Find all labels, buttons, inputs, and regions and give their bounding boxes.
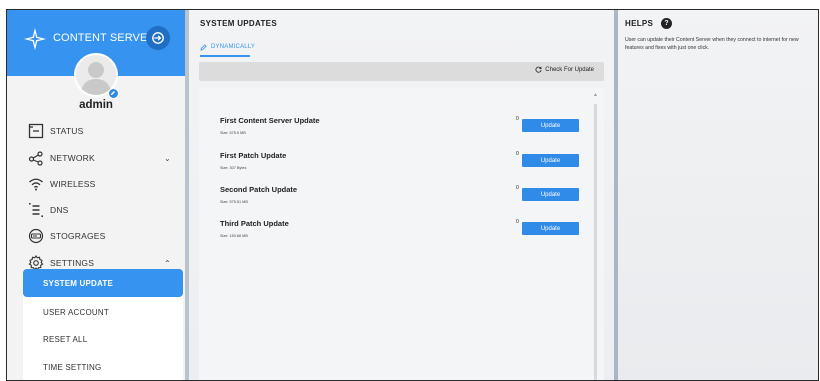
main-panel: SYSTEM UPDATES DYNAMICALLY Check For Upd… (189, 10, 614, 380)
sidebar-item-status[interactable]: STATUS (7, 118, 185, 144)
sidebar-item-label: NETWORK (50, 153, 95, 163)
sidebar-item-network[interactable]: NETWORK ⌄ (7, 145, 185, 171)
update-row: First Content Server Update Size: 575.5 … (220, 116, 580, 146)
scrollbar-thumb[interactable] (594, 104, 597, 380)
sidebar-item-label: DNS (50, 205, 69, 215)
update-list: First Content Server Update Size: 575.5 … (199, 88, 604, 380)
page-title: SYSTEM UPDATES (200, 19, 277, 28)
chevron-up-icon[interactable]: ⌃ (164, 259, 171, 268)
update-size: Size: 150.66 MB (220, 234, 248, 238)
dns-icon (29, 203, 43, 217)
update-button[interactable]: Update (522, 222, 579, 235)
dynamic-tab-icon (200, 43, 207, 51)
update-size: Size: 307 Bytes (220, 166, 247, 170)
wifi-icon (29, 178, 43, 191)
settings-submenu: SYSTEM UPDATE USER ACCOUNT RESET ALL TIM… (23, 269, 183, 380)
update-name: First Content Server Update (220, 116, 320, 125)
sidebar: CONTENT SERVER admin STATUS NETWORK ⌄ WI… (7, 10, 185, 380)
update-button[interactable]: Update (522, 154, 579, 167)
submenu-item-user-account[interactable]: USER ACCOUNT (23, 298, 183, 326)
edit-avatar-icon[interactable] (108, 88, 119, 99)
check-for-update-label: Check For Update (545, 66, 594, 73)
sidebar-item-dns[interactable]: DNS (7, 197, 185, 223)
username-label: admin (79, 99, 113, 111)
tab-label: DYNAMICALLY (211, 44, 256, 50)
update-progress: 0 (516, 151, 519, 157)
help-question-icon: ? (661, 18, 672, 29)
update-name: Third Patch Update (220, 219, 289, 228)
logout-icon (152, 32, 164, 44)
submenu-item-label: TIME SETTING (43, 362, 102, 372)
storage-icon (28, 228, 44, 244)
refresh-icon (535, 66, 542, 73)
update-progress: 0 (516, 219, 519, 225)
help-panel: HELPS ? User can update their Content Se… (618, 10, 818, 380)
app-frame: CONTENT SERVER admin STATUS NETWORK ⌄ WI… (6, 9, 819, 381)
update-size: Size: 575.5 MB (220, 131, 246, 135)
brand-logo-icon (24, 28, 46, 50)
update-toolbar: Check For Update (199, 62, 604, 81)
update-name: Second Patch Update (220, 185, 298, 194)
submenu-item-label: SYSTEM UPDATE (43, 278, 114, 288)
help-text: User can update their Content Server whe… (625, 37, 799, 51)
update-list-scrollbar[interactable]: ▲ (591, 90, 601, 380)
update-size: Size: 575.51 MB (220, 200, 248, 204)
check-for-update-button[interactable]: Check For Update (535, 66, 594, 73)
tab-active-indicator (200, 55, 250, 57)
chevron-down-icon[interactable]: ⌄ (164, 154, 171, 163)
submenu-item-label: RESET ALL (43, 334, 88, 344)
submenu-item-time-setting[interactable]: TIME SETTING (23, 353, 183, 380)
scroll-up-icon[interactable]: ▲ (593, 92, 598, 98)
submenu-item-system-update[interactable]: SYSTEM UPDATE (23, 269, 183, 297)
status-icon (28, 123, 44, 139)
network-icon (28, 151, 43, 166)
submenu-item-reset-all[interactable]: RESET ALL (23, 325, 183, 353)
sidebar-item-label: STATUS (50, 126, 84, 136)
update-progress: 0 (516, 116, 519, 122)
submenu-item-label: USER ACCOUNT (43, 307, 109, 317)
update-row: Third Patch Update Size: 150.66 MB 0 Upd… (220, 219, 580, 249)
sidebar-item-wireless[interactable]: WIRELESS (7, 171, 185, 197)
sidebar-item-label: STOGRAGES (50, 231, 106, 241)
tab-dynamically[interactable]: DYNAMICALLY (200, 40, 255, 54)
sidebar-item-storages[interactable]: STOGRAGES (7, 223, 185, 249)
update-button[interactable]: Update (522, 188, 579, 201)
help-title: HELPS (625, 19, 654, 28)
update-row: Second Patch Update Size: 575.51 MB 0 Up… (220, 185, 580, 215)
update-row: First Patch Update Size: 307 Bytes 0 Upd… (220, 151, 580, 181)
sidebar-item-label: SETTINGS (50, 258, 95, 268)
sidebar-item-label: WIRELESS (50, 179, 96, 189)
update-progress: 0 (516, 185, 519, 191)
update-name: First Patch Update (220, 151, 287, 160)
brand-title: CONTENT SERVER (53, 32, 156, 44)
logout-button[interactable] (146, 26, 170, 50)
update-button[interactable]: Update (522, 119, 579, 132)
